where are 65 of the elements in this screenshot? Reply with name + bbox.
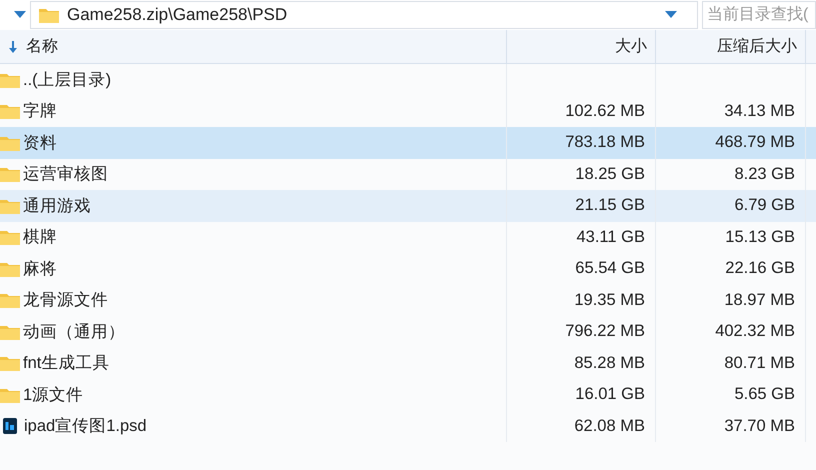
caret-icon[interactable] — [14, 11, 26, 19]
file-name: 棋牌 — [23, 227, 57, 248]
file-row[interactable]: 棋牌 43.11 GB 15.13 GB — [0, 222, 816, 253]
column-header[interactable]: 名称 — [0, 30, 507, 63]
file-row[interactable]: ..(上层目录) — [0, 64, 816, 96]
file-size: 62.08 MB — [574, 416, 645, 436]
folder-icon — [39, 7, 59, 23]
column-header[interactable]: 大小 — [507, 30, 656, 63]
search-field[interactable]: 当前目录查找( — [702, 1, 816, 29]
compressed-size: 22.16 GB — [725, 259, 795, 278]
compressed-size: 5.65 GB — [734, 385, 795, 404]
file-name: ipad宣传图1.psd — [24, 416, 147, 438]
address-path: Game258.zip\Game258\PSD — [67, 5, 288, 25]
folder-icon — [0, 355, 20, 372]
file-size: 43.11 GB — [576, 228, 645, 247]
file-size: 18.25 GB — [575, 164, 645, 184]
folder-icon — [0, 198, 20, 214]
compressed-size: 15.13 GB — [725, 228, 795, 247]
file-row[interactable]: 1源文件 16.01 GB 5.65 GB — [0, 379, 816, 410]
folder-icon — [0, 103, 20, 120]
folder-icon — [0, 292, 20, 308]
file-name: 运营审核图 — [23, 164, 108, 186]
file-size: 102.62 MB — [565, 102, 645, 121]
file-row[interactable]: 龙骨源文件 19.35 MB 18.97 MB — [0, 284, 816, 316]
folder-icon — [0, 260, 20, 277]
compressed-size: 8.23 GB — [734, 164, 795, 184]
file-size: 796.22 MB — [565, 322, 645, 342]
file-size: 65.54 GB — [575, 259, 645, 278]
file-row[interactable]: 资料 783.18 MB 468.79 MB — [0, 127, 816, 158]
file-name: 资料 — [23, 132, 57, 154]
file-name: 龙骨源文件 — [23, 290, 108, 312]
compressed-size: 80.71 MB — [724, 354, 795, 373]
file-row[interactable]: 通用游戏 21.15 GB 6.79 GB — [0, 190, 816, 222]
folder-icon — [0, 72, 20, 88]
file-name: 动画（通用） — [23, 322, 125, 343]
photoshop-file-icon — [3, 418, 17, 434]
compressed-size: 34.13 MB — [724, 102, 795, 121]
file-size: 21.15 GB — [575, 196, 645, 216]
file-row[interactable]: ipad宣传图1.psd 62.08 MB 37.70 MB — [0, 410, 816, 442]
file-size: 783.18 MB — [565, 133, 645, 152]
file-name: 字牌 — [23, 101, 57, 122]
compressed-size: 468.79 MB — [715, 133, 795, 152]
compressed-size: 18.97 MB — [724, 290, 795, 310]
folder-icon — [0, 166, 20, 182]
file-name: fnt生成工具 — [23, 353, 110, 374]
file-row[interactable]: 动画（通用） 796.22 MB 402.32 MB — [0, 316, 816, 348]
file-row[interactable]: 麻将 65.54 GB 22.16 GB — [0, 253, 816, 284]
file-size: 16.01 GB — [575, 385, 645, 404]
folder-icon — [0, 324, 20, 340]
file-size: 85.28 MB — [574, 354, 645, 373]
file-row[interactable]: fnt生成工具 85.28 MB 80.71 MB — [0, 348, 816, 379]
caret-icon[interactable] — [665, 11, 677, 19]
compressed-size: 6.79 GB — [734, 196, 795, 216]
file-name: ..(上层目录) — [23, 70, 112, 91]
file-size: 19.35 MB — [574, 290, 645, 310]
compressed-size: 402.32 MB — [715, 322, 795, 342]
file-name: 通用游戏 — [23, 196, 91, 217]
folder-icon — [0, 229, 20, 246]
column-header[interactable]: 压缩后大小 — [656, 30, 806, 63]
folder-icon — [0, 386, 20, 403]
file-name: 麻将 — [23, 258, 57, 280]
compressed-size: 37.70 MB — [724, 416, 795, 436]
folder-icon — [0, 134, 20, 151]
file-name: 1源文件 — [23, 384, 84, 406]
address-field[interactable]: Game258.zip\Game258\PSD — [30, 1, 698, 29]
